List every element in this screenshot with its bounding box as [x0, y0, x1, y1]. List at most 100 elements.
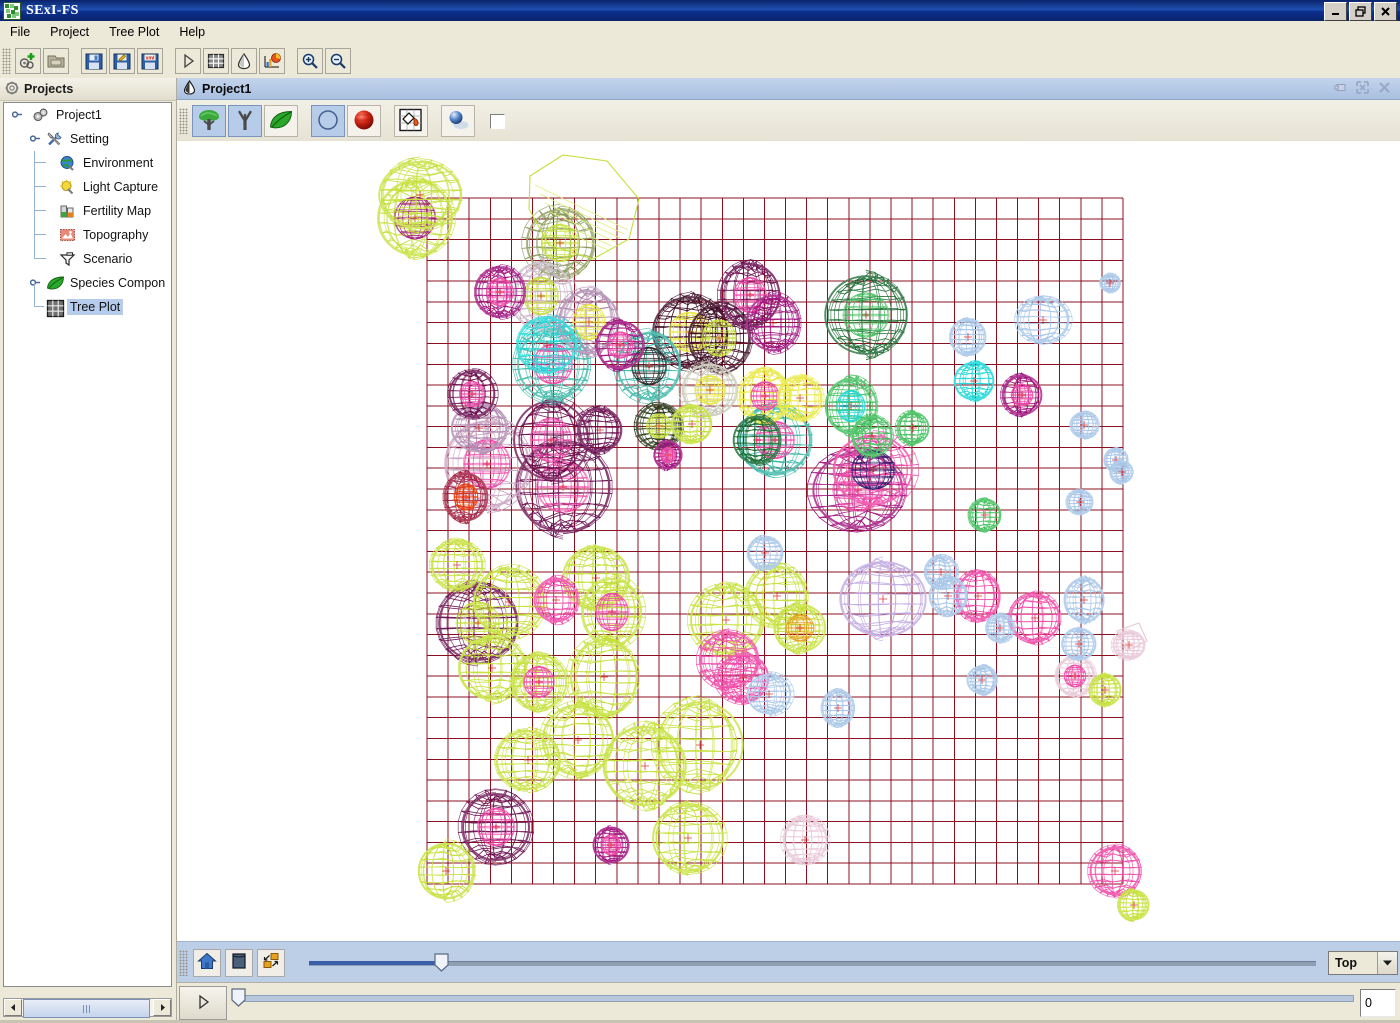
tree-crown	[581, 573, 647, 651]
tree-node-setting[interactable]: Setting	[4, 127, 171, 151]
time-value-field[interactable]: 0	[1360, 989, 1396, 1017]
tree-node-environment[interactable]: Environment	[4, 151, 171, 175]
home-view-button[interactable]	[193, 948, 221, 977]
magnifier-plus-icon	[300, 51, 320, 71]
tree-crown	[1000, 372, 1043, 418]
zoom-out-button[interactable]	[325, 47, 351, 74]
tree-node-scenario[interactable]: Scenario	[4, 247, 171, 271]
gears-icon	[32, 107, 49, 124]
new-project-button[interactable]	[15, 47, 41, 74]
panel-toolbar-grip[interactable]	[179, 108, 188, 134]
application-window: SExI-FS File Project Tree Plot Help xml …	[0, 0, 1400, 1023]
menu-tree-plot[interactable]: Tree Plot	[99, 22, 169, 42]
solid-sphere-button[interactable]	[347, 105, 381, 137]
project-panel: Project1 Top 0	[177, 78, 1400, 1023]
option-checkbox[interactable]	[490, 113, 505, 129]
view-options-toolbar	[177, 100, 1400, 143]
grid-button[interactable]	[203, 47, 229, 74]
flask-icon	[59, 203, 76, 220]
wireframe-sphere-button[interactable]	[311, 105, 345, 137]
tree-node-fertility-map[interactable]: Fertility Map	[4, 199, 171, 223]
menu-project[interactable]: Project	[40, 22, 99, 42]
project-panel-title: Project1	[202, 81, 252, 96]
expand-handle-icon[interactable]	[11, 109, 23, 120]
tree-crown	[1061, 626, 1097, 662]
tree-crown	[949, 317, 987, 357]
paint-bucket-icon	[398, 107, 424, 136]
run-button[interactable]	[175, 47, 201, 74]
zoom-slider-thumb[interactable]	[434, 952, 449, 972]
time-slider[interactable]	[229, 986, 1360, 1020]
tree-label-project1: Project1	[56, 108, 102, 122]
tree-crown	[985, 612, 1016, 644]
project-panel-header: Project1	[177, 78, 1400, 100]
maximize-button[interactable]	[1349, 2, 1372, 21]
panel-header-buttons	[1334, 80, 1400, 97]
blue-sphere-shadow-icon	[445, 107, 471, 136]
shadow-button[interactable]	[441, 105, 475, 137]
show-tree-skeleton-button[interactable]	[228, 105, 262, 137]
tree-label-fertility-map: Fertility Map	[83, 204, 152, 218]
scroll-thumb[interactable]	[23, 999, 150, 1018]
water-drop-icon	[234, 51, 254, 71]
tree-crown	[1117, 887, 1150, 923]
expand-handle-icon[interactable]	[29, 133, 41, 144]
tree-crown	[1014, 295, 1073, 345]
tree-node-light-capture[interactable]: Light Capture	[4, 175, 171, 199]
save-as-button[interactable]	[109, 47, 135, 74]
menu-file[interactable]: File	[0, 22, 40, 42]
tree-node-species-component[interactable]: Species Compon	[4, 271, 171, 295]
time-slider-track[interactable]	[237, 995, 1354, 1002]
close-icon[interactable]	[1378, 81, 1391, 97]
zoom-slider-track[interactable]	[309, 960, 1316, 966]
cube-icon	[229, 951, 249, 974]
plot-grid-icon	[46, 299, 65, 317]
zoom-slider[interactable]	[309, 952, 1316, 974]
minimize-button[interactable]	[1324, 2, 1347, 21]
view-bar-grip[interactable]	[179, 949, 188, 976]
menu-help[interactable]: Help	[169, 22, 215, 42]
view-control-bar: Top	[177, 941, 1400, 983]
collapse-handle-icon[interactable]	[29, 277, 41, 288]
float-window-icon[interactable]	[1334, 81, 1347, 97]
time-play-button[interactable]	[179, 986, 227, 1020]
view-select[interactable]: Top	[1328, 950, 1398, 975]
box-view-button[interactable]	[225, 948, 253, 977]
tree-label-tree-plot: Tree Plot	[67, 299, 124, 315]
projects-header-label: Projects	[24, 82, 74, 96]
fill-background-button[interactable]	[394, 105, 428, 137]
toolbar-grip[interactable]	[2, 47, 11, 74]
circle-outline-icon	[315, 107, 341, 136]
tree-skeleton-icon	[232, 107, 258, 136]
tree-crown-icon	[196, 107, 222, 136]
zoom-slider-fill	[309, 960, 442, 965]
project-tree[interactable]: Project1 Setting Environment Light Captu…	[3, 102, 172, 987]
globe-icon	[59, 155, 76, 172]
tree-plot-3d-canvas[interactable]	[177, 141, 1400, 942]
new-project-icon	[18, 51, 38, 71]
scroll-left-button[interactable]	[4, 999, 22, 1016]
tree-crown	[779, 814, 831, 866]
fit-view-button[interactable]	[257, 948, 285, 977]
time-slider-thumb[interactable]	[231, 988, 246, 1007]
tree-node-tree-plot[interactable]: Tree Plot	[4, 283, 171, 319]
drop-button[interactable]	[231, 47, 257, 74]
scroll-right-button[interactable]	[153, 999, 171, 1016]
open-project-button[interactable]	[43, 47, 69, 74]
view-select-arrow[interactable]	[1377, 951, 1397, 974]
gear-icon	[5, 81, 19, 98]
chart-button[interactable]	[259, 47, 285, 74]
save-button[interactable]	[81, 47, 107, 74]
scroll-track[interactable]	[22, 999, 153, 1018]
show-leaf-button[interactable]	[264, 105, 298, 137]
tree-node-project1[interactable]: Project1	[4, 103, 171, 127]
funnel-icon	[59, 251, 76, 268]
tree-node-topography[interactable]: Topography	[4, 223, 171, 247]
sidebar-horizontal-scrollbar[interactable]	[3, 998, 172, 1018]
zoom-in-button[interactable]	[297, 47, 323, 74]
export-xml-button[interactable]: xml	[137, 47, 163, 74]
tree-label-scenario: Scenario	[83, 252, 133, 266]
show-tree-crown-button[interactable]	[192, 105, 226, 137]
maximize-icon[interactable]	[1356, 80, 1369, 97]
close-button[interactable]	[1374, 2, 1397, 21]
